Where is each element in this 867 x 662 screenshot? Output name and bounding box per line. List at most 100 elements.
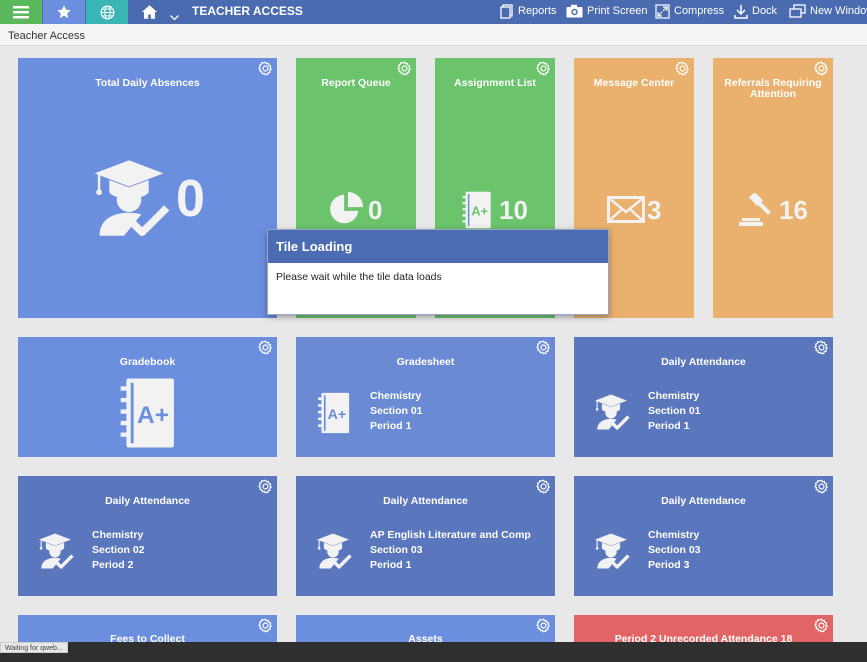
period-name: Period 2	[92, 559, 134, 571]
new-window-button[interactable]: New Window	[789, 0, 867, 22]
tile-referrals[interactable]: Referrals Requiring Attention 16	[713, 58, 833, 318]
gear-icon[interactable]	[536, 61, 551, 76]
dialog-title: Tile Loading	[268, 230, 608, 263]
graduate-check-icon	[592, 392, 630, 432]
period-name: Period 1	[370, 559, 412, 571]
tile-daily-attendance[interactable]: Daily Attendance Chemistry Section 03 Pe…	[574, 476, 833, 596]
star-icon	[57, 5, 71, 19]
period-name: Period 1	[648, 420, 690, 432]
tile-title: Daily Attendance	[661, 495, 746, 507]
tile-title: Message Center	[593, 77, 675, 89]
gradebook-icon	[459, 191, 495, 229]
tile-title: Daily Attendance	[661, 356, 746, 368]
tile-count: 3	[647, 195, 662, 225]
tile-title: Referrals Requiring Attention	[724, 77, 822, 100]
dock-button[interactable]: Dock	[734, 0, 777, 22]
tile-count: 0	[176, 170, 205, 228]
top-toolbar: TEACHER ACCESS Reports Print Screen Comp…	[0, 0, 867, 24]
hamburger-icon	[13, 6, 29, 19]
tile-title: Assignment List	[454, 77, 536, 89]
compress-button[interactable]: Compress	[655, 0, 724, 22]
section-name: Section 03	[370, 544, 423, 556]
gradebook-icon	[315, 392, 353, 434]
section-name: Section 01	[648, 405, 701, 417]
new-window-icon	[789, 4, 806, 18]
globe-button[interactable]	[86, 0, 128, 24]
document-icon	[500, 3, 513, 19]
tile-daily-attendance[interactable]: Daily Attendance AP English Literature a…	[296, 476, 555, 596]
section-name: Section 02	[92, 544, 145, 556]
compress-label: Compress	[674, 5, 725, 17]
chevron-down-icon	[169, 15, 179, 21]
course-name: Chemistry	[648, 529, 700, 541]
gradebook-icon	[114, 377, 182, 449]
favorites-button[interactable]	[43, 0, 85, 24]
tile-gradebook[interactable]: Gradebook	[18, 337, 277, 457]
tile-title: Total Daily Absences	[95, 77, 200, 89]
tile-daily-attendance[interactable]: Daily Attendance Chemistry Section 01 Pe…	[574, 337, 833, 457]
print-screen-button[interactable]: Print Screen	[566, 0, 648, 22]
reports-label: Reports	[518, 5, 557, 17]
print-screen-label: Print Screen	[587, 5, 648, 17]
tile-details: Chemistry Section 01 Period 1	[370, 389, 423, 434]
envelope-icon	[607, 196, 645, 223]
graduate-check-icon	[88, 154, 170, 242]
section-name: Section 03	[648, 544, 701, 556]
dock-label: Dock	[752, 5, 778, 17]
graduate-check-icon	[592, 531, 630, 571]
tile-details: AP English Literature and Comp Section 0…	[370, 528, 531, 573]
dashboard: Total Daily Absences 0 Report Queue 0 As…	[0, 46, 867, 655]
gear-icon[interactable]	[397, 61, 412, 76]
tile-gradesheet[interactable]: Gradesheet Chemistry Section 01 Period 1	[296, 337, 555, 457]
home-icon	[141, 5, 157, 19]
gear-icon[interactable]	[814, 340, 829, 355]
app-title: TEACHER ACCESS	[192, 4, 303, 18]
tile-title: Daily Attendance	[383, 495, 468, 507]
gear-icon[interactable]	[258, 618, 273, 633]
pie-chart-icon	[330, 191, 364, 224]
status-bar: Waiting for qweb...	[0, 642, 867, 662]
breadcrumb: Teacher Access	[0, 24, 867, 46]
new-window-label: New Window	[810, 5, 867, 17]
period-name: Period 1	[370, 420, 412, 432]
period-name: Period 3	[648, 559, 690, 571]
gear-icon[interactable]	[536, 340, 551, 355]
gear-icon[interactable]	[258, 61, 273, 76]
tile-count: 0	[368, 195, 383, 225]
gear-icon[interactable]	[536, 479, 551, 494]
course-name: Chemistry	[92, 529, 144, 541]
gear-icon[interactable]	[258, 479, 273, 494]
status-text: Waiting for qweb...	[0, 642, 68, 653]
gear-icon[interactable]	[814, 61, 829, 76]
reports-button[interactable]: Reports	[500, 0, 557, 22]
tile-details: Chemistry Section 01 Period 1	[648, 389, 701, 434]
home-dropdown-button[interactable]	[166, 0, 182, 24]
tile-title: Gradesheet	[396, 356, 455, 368]
gear-icon[interactable]	[814, 479, 829, 494]
camera-icon	[566, 4, 583, 18]
gear-icon[interactable]	[675, 61, 690, 76]
home-button[interactable]	[130, 0, 168, 24]
tile-details: Chemistry Section 03 Period 3	[648, 528, 701, 573]
menu-button[interactable]	[0, 0, 42, 24]
tile-details: Chemistry Section 02 Period 2	[92, 528, 145, 573]
tile-title: Gradebook	[119, 356, 176, 368]
download-icon	[734, 4, 748, 19]
tile-title: Report Queue	[321, 77, 391, 89]
tile-loading-dialog: Tile Loading Please wait while the tile …	[267, 229, 609, 315]
course-name: AP English Literature and Comp	[370, 529, 531, 541]
breadcrumb-label: Teacher Access	[8, 30, 86, 42]
graduate-check-icon	[314, 531, 352, 571]
tile-count: 16	[779, 195, 808, 225]
gear-icon[interactable]	[814, 618, 829, 633]
dialog-message: Please wait while the tile data loads	[276, 271, 442, 283]
tile-total-daily-absences[interactable]: Total Daily Absences 0	[18, 58, 277, 318]
course-name: Chemistry	[648, 390, 700, 402]
gear-icon[interactable]	[536, 618, 551, 633]
globe-icon	[100, 5, 114, 19]
tile-title: Daily Attendance	[105, 495, 190, 507]
section-name: Section 01	[370, 405, 423, 417]
tile-daily-attendance[interactable]: Daily Attendance Chemistry Section 02 Pe…	[18, 476, 277, 596]
gear-icon[interactable]	[258, 340, 273, 355]
graduate-check-icon	[36, 531, 74, 571]
